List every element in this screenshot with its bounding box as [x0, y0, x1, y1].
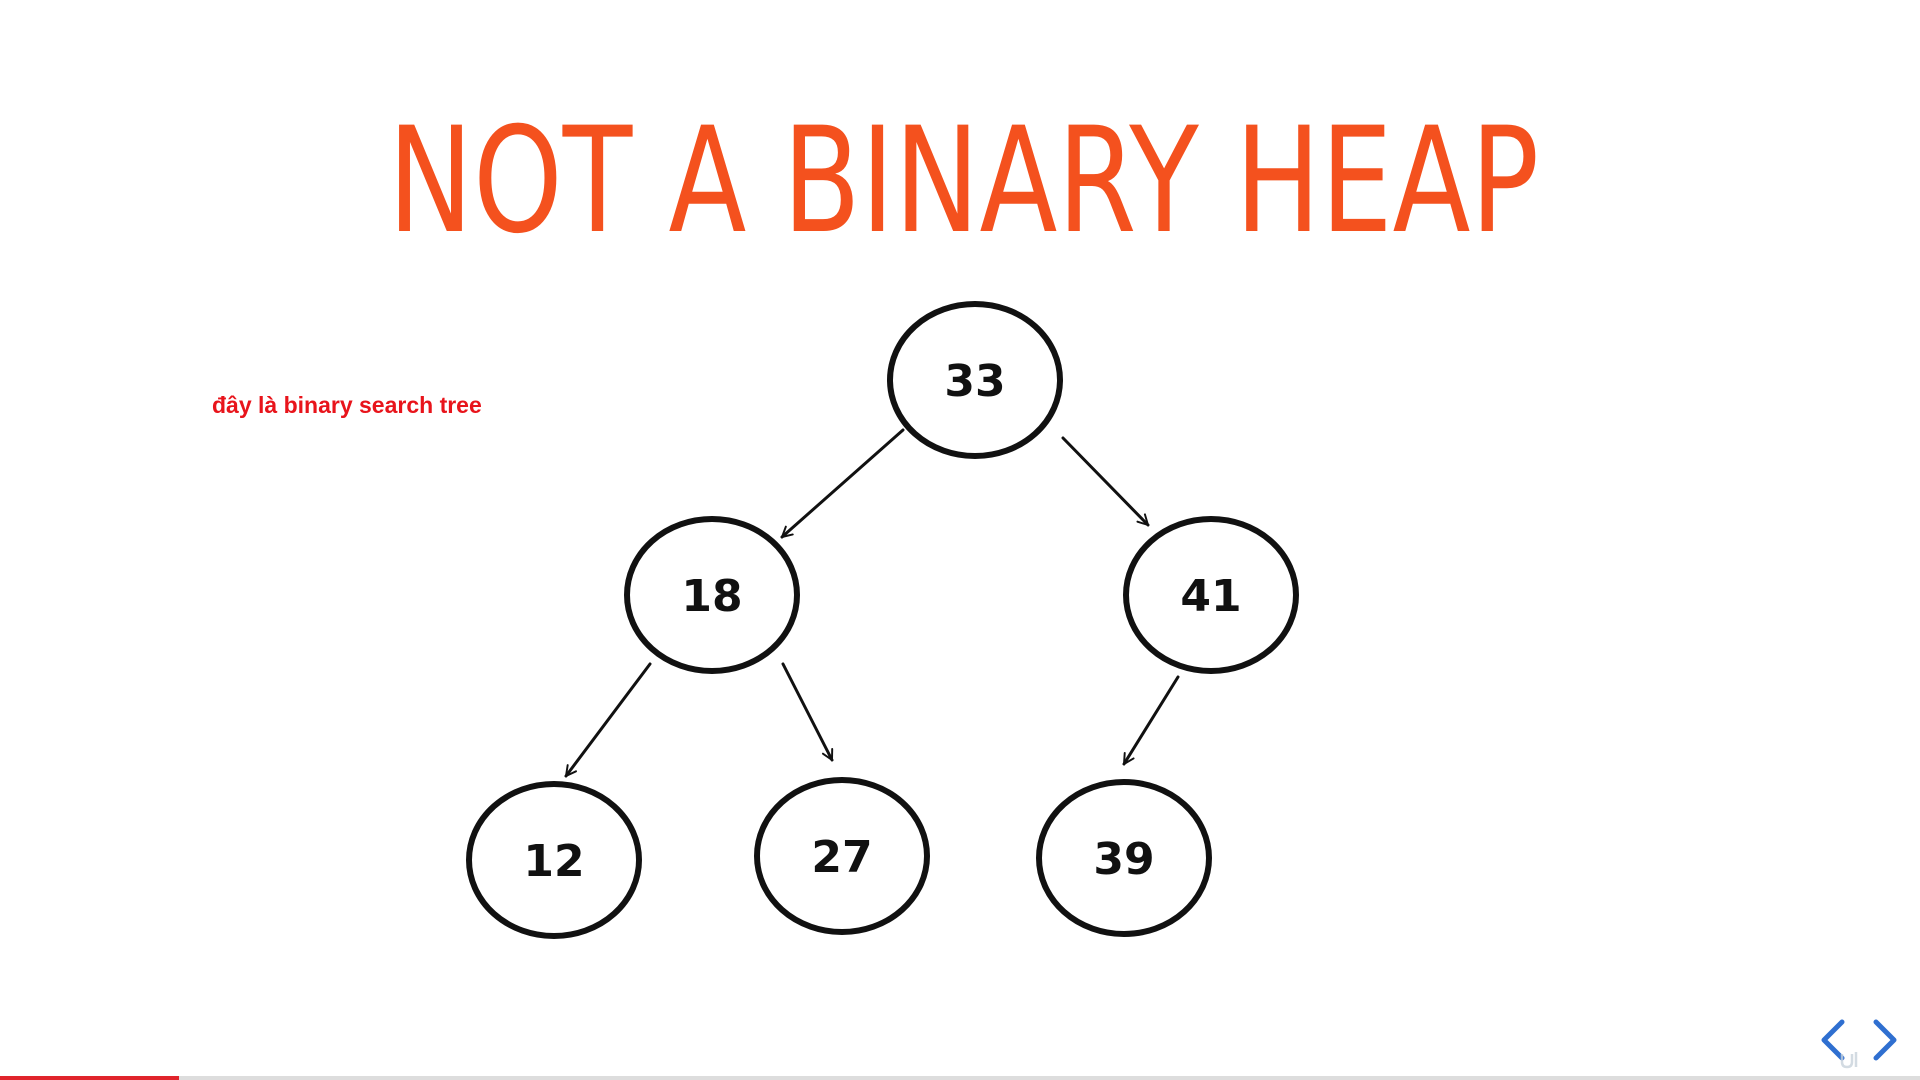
node-label: 27	[811, 832, 872, 883]
edge-arrow-18-to-12	[564, 662, 652, 778]
edge-arrow-33-to-18	[780, 428, 905, 539]
nodes-layer: 33 18 41 12 27 39	[466, 301, 1299, 939]
edge-arrow-18-to-27	[781, 662, 834, 762]
node-label: 33	[944, 356, 1005, 407]
video-progress-bar[interactable]	[0, 1076, 1920, 1080]
tree-node-39: 39	[1036, 779, 1212, 937]
tree-diagram: 33 18 41 12 27 39	[466, 301, 1299, 939]
node-label: 41	[1180, 571, 1241, 622]
tree-node-18: 18	[624, 516, 800, 674]
edge-arrow-33-to-41	[1061, 436, 1150, 527]
udemy-logo	[1838, 1050, 1878, 1073]
node-label: 18	[681, 571, 742, 622]
video-progress-fill	[0, 1076, 179, 1080]
tree-node-27: 27	[754, 777, 930, 935]
tree-node-12: 12	[466, 781, 642, 939]
slide: NOT A BINARY HEAP đây là binary search t…	[0, 0, 1920, 1080]
tree-node-41: 41	[1123, 516, 1299, 674]
node-label: 39	[1093, 834, 1154, 885]
node-label: 12	[523, 836, 584, 887]
tree-node-33: 33	[887, 301, 1063, 459]
edge-arrow-41-to-39	[1122, 675, 1180, 766]
